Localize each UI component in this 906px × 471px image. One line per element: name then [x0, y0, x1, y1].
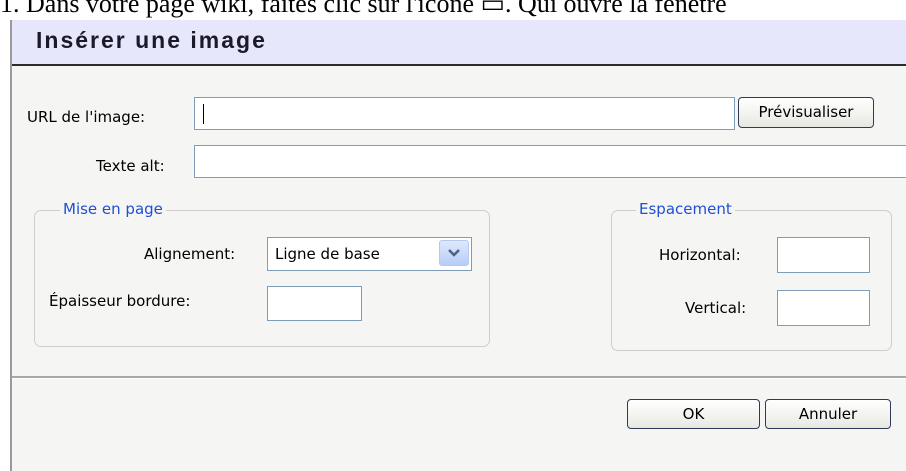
dialog-separator — [12, 376, 906, 379]
url-label: URL de l'image: — [27, 108, 146, 126]
alt-text-input[interactable] — [194, 145, 906, 178]
horizontal-spacing-input[interactable] — [777, 237, 870, 273]
vertical-spacing-input[interactable] — [777, 290, 870, 326]
alignment-selected-value: Ligne de base — [275, 245, 380, 263]
dialog-title: Insérer une image — [36, 27, 267, 53]
instruction-text: 1. Dans votre page wiki, faites clic sur… — [0, 0, 727, 18]
spacing-fieldset: Espacement — [611, 200, 892, 351]
chevron-down-icon — [448, 249, 460, 257]
alignment-select[interactable]: Ligne de base — [267, 237, 472, 271]
preview-button[interactable]: Prévisualiser — [738, 97, 874, 128]
cancel-button[interactable]: Annuler — [765, 399, 891, 429]
vertical-label: Vertical: — [685, 299, 747, 317]
ok-button[interactable]: OK — [627, 399, 760, 429]
dropdown-button[interactable] — [439, 240, 469, 266]
border-thickness-input[interactable] — [267, 286, 362, 321]
text-caret — [203, 104, 204, 124]
insert-image-dialog: Insérer une image URL de l'image: Prévis… — [10, 20, 906, 471]
horizontal-label: Horizontal: — [659, 246, 741, 264]
spacing-legend: Espacement — [636, 200, 735, 218]
alt-text-label: Texte alt: — [96, 157, 165, 175]
image-url-input[interactable] — [194, 97, 735, 130]
alignment-label: Alignement: — [144, 245, 236, 263]
border-thickness-label: Épaisseur bordure: — [49, 292, 191, 310]
layout-fieldset: Mise en page — [34, 200, 490, 347]
layout-legend: Mise en page — [60, 200, 166, 218]
dialog-titlebar: Insérer une image — [12, 20, 906, 66]
